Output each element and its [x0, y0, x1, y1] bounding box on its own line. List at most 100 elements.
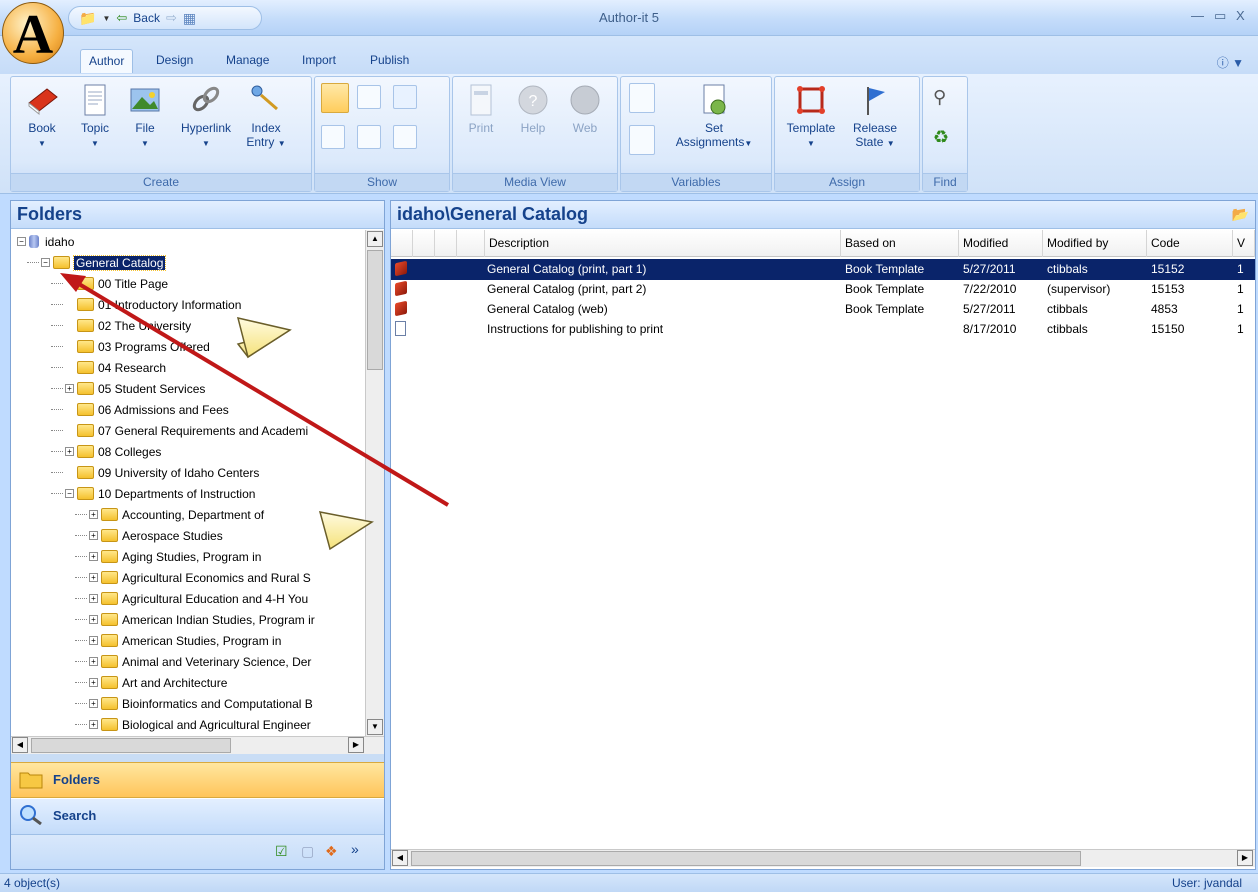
show-find-icon[interactable] — [393, 125, 417, 149]
binoculars-icon[interactable]: ⚲ — [933, 87, 946, 108]
tree-node[interactable]: 04 Research — [51, 357, 166, 378]
print-button[interactable]: Print — [461, 83, 501, 135]
expand-icon[interactable]: + — [89, 636, 98, 645]
tree-node[interactable]: + Agricultural Economics and Rural S — [75, 567, 311, 588]
folder-options-icon[interactable]: 📂 — [1232, 206, 1249, 223]
content-scroll-right-icon[interactable]: ▶ — [1237, 850, 1253, 866]
configure-buttons-icon[interactable]: » — [351, 841, 359, 857]
hyperlink-button[interactable]: Hyperlink ▼ — [175, 83, 237, 151]
web-button[interactable]: Web — [565, 83, 605, 135]
expand-icon[interactable]: + — [65, 384, 74, 393]
tab-manage[interactable]: Manage — [218, 49, 277, 73]
tree-node[interactable]: 03 Programs Offered — [51, 336, 210, 357]
scroll-up-icon[interactable]: ▲ — [367, 231, 383, 247]
content-scroll-left-icon[interactable]: ◀ — [392, 850, 408, 866]
col-modified-by[interactable]: Modified by — [1043, 230, 1147, 257]
expand-icon[interactable]: + — [89, 510, 98, 519]
tab-design[interactable]: Design — [148, 49, 201, 73]
collapse-icon[interactable]: − — [41, 258, 50, 267]
table-row[interactable]: General Catalog (web) Book Template 5/27/2… — [391, 299, 1255, 320]
folder-tree-vertical-scrollbar[interactable]: ▲ ▼ — [365, 230, 384, 736]
table-row[interactable]: Instructions for publishing to print 8/17… — [391, 319, 1255, 340]
index-entry-button[interactable]: Index Entry ▼ — [241, 83, 291, 151]
tree-node[interactable]: 09 University of Idaho Centers — [51, 462, 259, 483]
tree-node[interactable]: + American Studies, Program in — [75, 630, 281, 651]
nav-splitter[interactable] — [11, 754, 384, 762]
col-based-on[interactable]: Based on — [841, 230, 959, 257]
application-logo-button[interactable]: A — [2, 2, 64, 64]
tree-node[interactable]: + Biological and Agricultural Engineer — [75, 714, 311, 735]
expand-icon[interactable]: + — [89, 720, 98, 729]
tree-node[interactable]: +05 Student Services — [51, 378, 205, 399]
expand-icon[interactable]: + — [89, 573, 98, 582]
set-assignments-button[interactable]: Set Assignments▼ — [669, 83, 759, 151]
release-state-button[interactable]: Release State ▼ — [845, 83, 905, 151]
content-horizontal-scrollbar[interactable]: ◀ ▶ — [391, 849, 1255, 867]
scroll-right-icon[interactable]: ▶ — [348, 737, 364, 753]
col-v[interactable]: V — [1233, 230, 1255, 257]
tree-node[interactable]: + American Indian Studies, Program ir — [75, 609, 315, 630]
tree-node[interactable]: + Accounting, Department of — [75, 504, 264, 525]
content-hscroll-thumb[interactable] — [411, 851, 1081, 866]
tree-node[interactable]: + Agricultural Education and 4-H You — [75, 588, 308, 609]
document-icon[interactable]: ▢ — [301, 843, 314, 860]
show-tree-icon[interactable] — [393, 85, 417, 109]
help-icon[interactable]: ⓘ ▼ — [1217, 54, 1244, 71]
scroll-down-icon[interactable]: ▼ — [367, 719, 383, 735]
expand-icon[interactable]: + — [89, 678, 98, 687]
show-search-icon[interactable] — [321, 125, 345, 149]
tab-publish[interactable]: Publish — [362, 49, 417, 73]
table-row[interactable]: General Catalog (print, part 2) Book Temp… — [391, 279, 1255, 300]
col-icon[interactable] — [391, 230, 413, 257]
col-flag-3[interactable] — [457, 230, 485, 257]
maximize-icon[interactable]: ▭ — [1214, 8, 1226, 24]
tree-node[interactable]: + Aerospace Studies — [75, 525, 223, 546]
book-button[interactable]: Book ▼ — [19, 83, 65, 151]
template-button[interactable]: Template ▼ — [781, 83, 841, 151]
tree-node[interactable]: + Art and Architecture — [75, 672, 227, 693]
collapse-icon[interactable]: − — [65, 489, 74, 498]
expand-icon[interactable]: + — [89, 594, 98, 603]
tree-node[interactable]: +08 Colleges — [51, 441, 161, 462]
expand-icon[interactable]: + — [89, 552, 98, 561]
show-properties-icon[interactable] — [357, 125, 381, 149]
col-flag-2[interactable] — [435, 230, 457, 257]
tree-node[interactable]: − 10 Departments of Instruction — [51, 483, 255, 504]
tree-node[interactable]: 07 General Requirements and Academi — [51, 420, 308, 441]
scroll-left-icon[interactable]: ◀ — [12, 737, 28, 753]
file-button[interactable]: File ▼ — [125, 83, 165, 151]
tree-node[interactable]: 06 Admissions and Fees — [51, 399, 229, 420]
tree-node[interactable]: − General Catalog — [27, 252, 167, 273]
nav-search-button[interactable]: Search — [11, 799, 384, 835]
close-icon[interactable]: X — [1236, 8, 1245, 23]
topic-button[interactable]: Topic ▼ — [75, 83, 115, 151]
find-replace-icon[interactable]: ♻ — [933, 127, 949, 148]
hscroll-thumb[interactable] — [31, 738, 231, 753]
col-code[interactable]: Code — [1147, 230, 1233, 257]
expand-icon[interactable]: + — [89, 657, 98, 666]
expand-icon[interactable]: + — [89, 531, 98, 540]
expand-icon[interactable]: + — [89, 699, 98, 708]
scroll-thumb[interactable] — [367, 250, 383, 370]
col-modified[interactable]: Modified — [959, 230, 1043, 257]
tree-node[interactable]: + Aging Studies, Program in — [75, 546, 261, 567]
tree-node[interactable]: 01 Introductory Information — [51, 294, 241, 315]
tab-author[interactable]: Author — [80, 49, 134, 73]
expand-icon[interactable]: + — [65, 447, 74, 456]
col-flag-1[interactable] — [413, 230, 435, 257]
tag-icon[interactable]: ❖ — [325, 843, 338, 860]
checkmark-icon[interactable]: ☑ — [275, 843, 288, 860]
tab-import[interactable]: Import — [294, 49, 344, 73]
help-view-button[interactable]: ? Help — [513, 83, 553, 135]
show-list-icon[interactable] — [321, 83, 349, 113]
tree-node[interactable]: + Bioinformatics and Computational B — [75, 693, 313, 714]
tree-node[interactable]: 02 The University — [51, 315, 191, 336]
nav-folders-button[interactable]: Folders — [11, 762, 384, 798]
variable-edit-icon[interactable] — [629, 125, 655, 155]
show-preview-icon[interactable] — [357, 85, 381, 109]
tree-node[interactable]: 00 Title Page — [51, 273, 168, 294]
table-row[interactable]: General Catalog (print, part 1) Book Temp… — [391, 259, 1255, 280]
expand-icon[interactable]: + — [89, 615, 98, 624]
variable-document-icon[interactable] — [629, 83, 655, 113]
col-description[interactable]: Description — [485, 230, 841, 257]
